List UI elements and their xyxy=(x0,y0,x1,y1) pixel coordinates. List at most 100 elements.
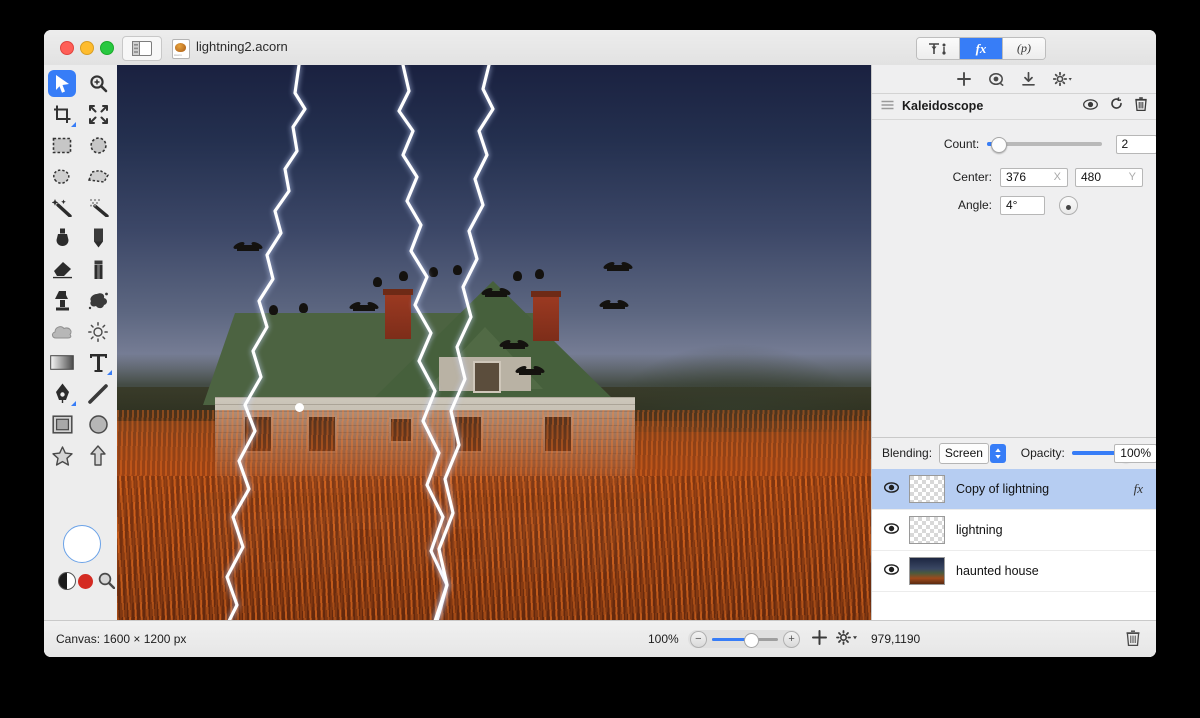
center-y-field[interactable]: 480 Y xyxy=(1075,167,1143,187)
tool-options-icon xyxy=(929,42,946,55)
layer-thumbnail[interactable] xyxy=(909,475,945,503)
preview-filter-icon[interactable] xyxy=(988,72,1004,86)
count-label: Count: xyxy=(943,137,980,151)
layer-row-copy-of-lightning[interactable]: Copy of lightning fx xyxy=(872,469,1156,510)
add-filter-icon[interactable] xyxy=(956,72,971,86)
layer-visibility-eye-icon[interactable] xyxy=(883,480,900,498)
opacity-field[interactable]: 100% xyxy=(1114,443,1156,463)
layer-thumbnail[interactable] xyxy=(909,516,945,544)
clone-stamp-icon xyxy=(54,291,69,311)
center-x-axis-label: X xyxy=(1053,171,1061,183)
gradient-tool[interactable] xyxy=(44,347,80,378)
zoom-tool[interactable] xyxy=(80,68,116,99)
layer-options-gear-icon[interactable] xyxy=(836,630,858,645)
color-swatches xyxy=(58,570,116,592)
opacity-slider[interactable] xyxy=(1071,446,1134,462)
clone-stamp-tool[interactable] xyxy=(44,285,80,316)
download-filter-icon[interactable] xyxy=(1021,72,1035,86)
count-slider[interactable] xyxy=(987,137,1102,153)
polygon-select-tool[interactable] xyxy=(80,161,116,192)
zoom-control[interactable]: − + xyxy=(688,630,800,648)
arrow-shape-tool[interactable] xyxy=(80,440,116,471)
paint-bucket-tool[interactable] xyxy=(44,223,80,254)
document-icon: Acorn xyxy=(172,39,190,59)
bezier-pen-tool[interactable] xyxy=(44,378,80,409)
eraser-tool[interactable] xyxy=(44,254,80,285)
foreground-background-swatch[interactable] xyxy=(58,572,76,590)
canvas-area[interactable] xyxy=(117,65,871,621)
angle-dial[interactable] xyxy=(1059,195,1078,215)
layer-row-lightning[interactable]: lightning xyxy=(872,510,1156,551)
polygon-lasso-icon xyxy=(87,169,109,183)
brush-size-preview[interactable] xyxy=(63,525,101,563)
filter-reset-icon[interactable] xyxy=(1110,97,1123,115)
ellipse-shape-tool[interactable] xyxy=(80,409,116,440)
move-tool[interactable] xyxy=(44,68,80,99)
layer-fx-badge[interactable]: fx xyxy=(1134,481,1143,497)
pen-nib-icon xyxy=(55,383,69,403)
layer-name: haunted house xyxy=(956,564,1039,578)
star-shape-tool[interactable] xyxy=(44,440,80,471)
layer-thumbnail[interactable] xyxy=(909,557,945,585)
filter-options-gear-icon[interactable] xyxy=(1052,72,1073,86)
magnifier-icon xyxy=(89,75,107,93)
tool-palette xyxy=(44,65,118,657)
app-window: Acorn lightning2.acorn fx (p) Kaleidosco… xyxy=(44,30,1156,657)
layer-visibility-eye-icon[interactable] xyxy=(883,562,900,580)
transform-tool[interactable] xyxy=(80,99,116,130)
layer-visibility-eye-icon[interactable] xyxy=(883,521,900,539)
arrow-icon xyxy=(90,445,106,466)
rectangle-shape-tool[interactable] xyxy=(44,409,80,440)
filter-drag-handle[interactable] xyxy=(881,97,894,115)
add-layer-icon[interactable] xyxy=(812,630,827,650)
blending-select[interactable]: Screen xyxy=(939,442,1006,464)
tab-filters[interactable]: fx xyxy=(960,38,1003,59)
angle-field[interactable]: 4° xyxy=(1000,195,1045,215)
param-angle: Angle: 4° xyxy=(872,192,1156,218)
color-picker-icon[interactable] xyxy=(98,572,116,594)
crop-tool[interactable] xyxy=(44,99,80,130)
smudge-tool[interactable] xyxy=(80,285,116,316)
zoom-slider[interactable] xyxy=(711,632,779,648)
zoom-in-icon[interactable]: + xyxy=(783,630,800,648)
tab-palettes[interactable]: (p) xyxy=(1003,38,1045,59)
lasso-select-tool[interactable] xyxy=(44,161,80,192)
smudge-splatter-icon xyxy=(88,292,108,309)
line-tool[interactable] xyxy=(80,378,116,409)
elliptical-select-tool[interactable] xyxy=(80,130,116,161)
marker-tool[interactable] xyxy=(80,254,116,285)
document-title: lightning2.acorn xyxy=(196,39,288,54)
status-bar: Canvas: 1600 × 1200 px 100% − + 979,1190 xyxy=(44,620,1156,657)
angle-value: 4° xyxy=(1006,198,1018,212)
delete-layer-icon[interactable] xyxy=(1126,630,1140,651)
minimize-button[interactable] xyxy=(80,41,94,55)
magic-wand-tool[interactable] xyxy=(44,192,80,223)
dodge-burn-tool[interactable] xyxy=(80,316,116,347)
rectangular-select-tool[interactable] xyxy=(44,130,80,161)
layer-row-haunted-house[interactable]: haunted house xyxy=(872,551,1156,592)
param-count: Count: 2 xyxy=(872,131,1156,157)
filter-toolbar xyxy=(872,65,1156,94)
pencil-tool[interactable] xyxy=(80,223,116,254)
blur-tool[interactable] xyxy=(44,316,80,347)
line-icon xyxy=(88,383,108,404)
center-x-field[interactable]: 376 X xyxy=(1000,167,1068,187)
sidebar-toggle-button[interactable] xyxy=(122,36,162,61)
filter-delete-icon[interactable] xyxy=(1135,96,1147,116)
tab-tool-options[interactable] xyxy=(917,38,960,59)
color-swatch[interactable] xyxy=(78,574,93,589)
close-button[interactable] xyxy=(60,41,74,55)
star-icon xyxy=(51,445,73,466)
layer-name: Copy of lightning xyxy=(956,482,1050,496)
count-field[interactable]: 2 xyxy=(1115,134,1156,154)
cursor-point xyxy=(295,403,304,412)
instant-alpha-tool[interactable] xyxy=(80,192,116,223)
text-icon xyxy=(89,353,107,372)
zoom-out-icon[interactable]: − xyxy=(690,630,707,648)
zoom-button[interactable] xyxy=(100,41,114,55)
filter-visibility-eye-icon[interactable] xyxy=(1083,97,1098,115)
center-y-axis-label: Y xyxy=(1128,171,1136,183)
text-tool[interactable] xyxy=(80,347,116,378)
artwork-composite xyxy=(117,65,871,621)
marker-icon xyxy=(94,260,102,279)
